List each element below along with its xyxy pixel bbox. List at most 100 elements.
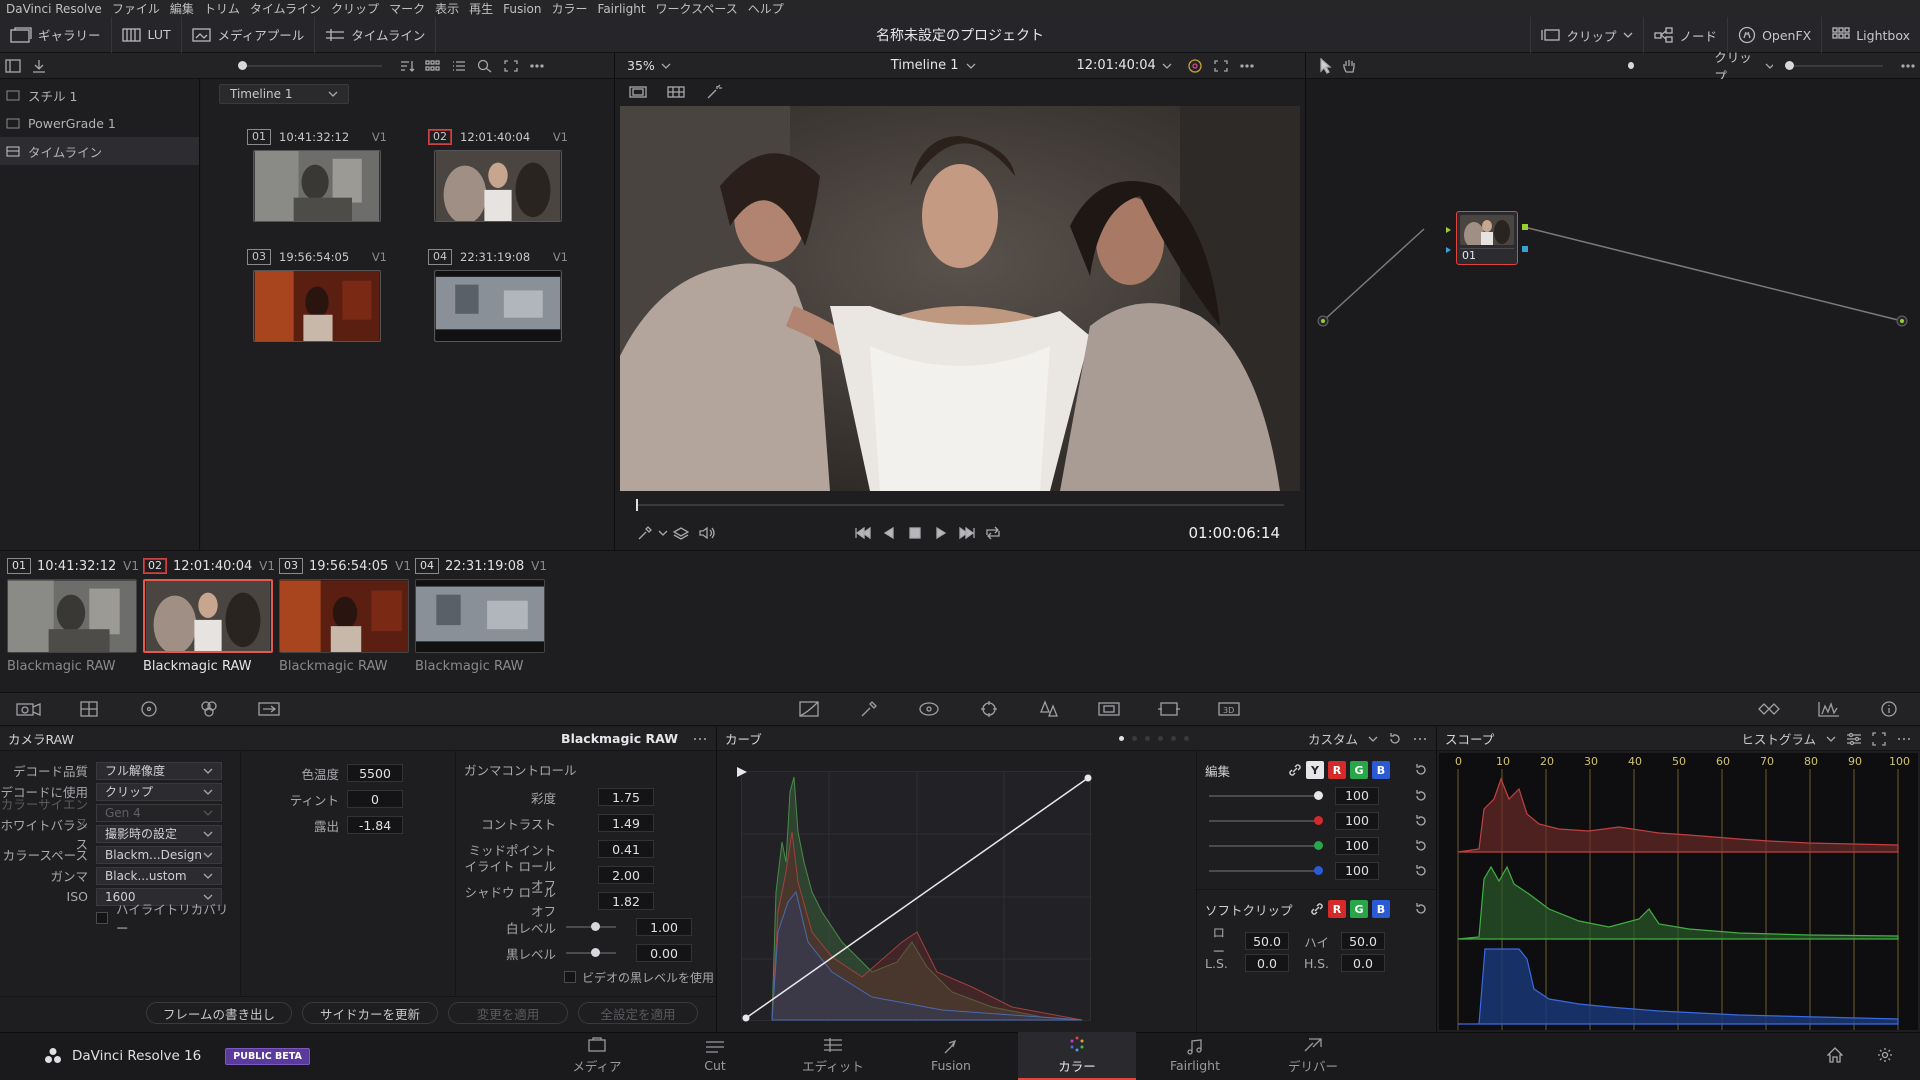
key-icon[interactable]: [1094, 700, 1124, 718]
playhead[interactable]: [636, 499, 638, 511]
page-tab-edit[interactable]: エディット: [774, 1032, 892, 1080]
menu-color[interactable]: カラー: [552, 0, 588, 17]
search-icon[interactable]: [472, 55, 498, 77]
link-icon[interactable]: [1288, 763, 1302, 777]
midpoint-field[interactable]: 0.41: [598, 840, 654, 858]
channel-g-button[interactable]: G: [1350, 761, 1368, 779]
tint-field[interactable]: 0: [347, 790, 403, 808]
white-balance-select[interactable]: 撮影時の設定: [96, 824, 222, 843]
album-still-1[interactable]: スチル 1: [0, 81, 199, 109]
rgb-mixer-icon[interactable]: [194, 700, 224, 718]
curves-palette-icon[interactable]: [794, 700, 824, 718]
strip-clip-04[interactable]: 04 22:31:19:08 V1 Blackmagic RAW: [415, 557, 547, 674]
update-sidecar-button[interactable]: サイドカーを更新: [302, 1002, 438, 1024]
home-icon[interactable]: [1822, 1044, 1848, 1066]
viewer-timeline-name[interactable]: Timeline 1: [891, 58, 959, 73]
album-powergrade-1[interactable]: PowerGrade 1: [0, 109, 199, 137]
hand-icon[interactable]: [1337, 55, 1360, 77]
chevron-down-icon[interactable]: [1162, 62, 1172, 70]
timeline-select[interactable]: Timeline 1: [219, 84, 349, 104]
loop-icon[interactable]: [980, 522, 1006, 544]
scopes-palette-icon[interactable]: [1814, 700, 1844, 718]
hs-field[interactable]: 0.0: [1341, 954, 1385, 972]
play-icon[interactable]: [928, 522, 954, 544]
chevron-down-icon[interactable]: [661, 62, 671, 70]
single-view-icon[interactable]: [625, 81, 651, 103]
g-intensity-slider[interactable]: [1209, 840, 1323, 850]
saturation-field[interactable]: 1.75: [598, 788, 654, 806]
sizing-icon[interactable]: [1154, 700, 1184, 718]
viewer-more-icon[interactable]: [1234, 55, 1260, 77]
menu-clip[interactable]: クリップ: [331, 0, 379, 17]
still-card-03[interactable]: 03 19:56:54:05 V1: [247, 247, 387, 342]
curve-mode-select[interactable]: カスタム: [1308, 729, 1358, 748]
page-tab-media[interactable]: メディア: [538, 1032, 656, 1080]
info-icon[interactable]: [1874, 700, 1904, 718]
reset-icon[interactable]: [1414, 839, 1428, 853]
blur-icon[interactable]: [1034, 700, 1064, 718]
lightbox-button[interactable]: Lightbox: [1822, 17, 1920, 53]
menu-workspace[interactable]: ワークスペース: [656, 0, 738, 17]
thumb-size-slider[interactable]: [238, 60, 382, 70]
pointer-icon[interactable]: [1314, 55, 1337, 77]
split-view-icon[interactable]: [663, 81, 689, 103]
low-field[interactable]: 50.0: [1245, 932, 1289, 950]
fullscreen-icon[interactable]: [1208, 55, 1234, 77]
slider-knob[interactable]: [591, 948, 600, 957]
highlight-recovery-checkbox[interactable]: [96, 911, 108, 924]
qualifier-icon[interactable]: [854, 700, 884, 718]
nodes-more-icon[interactable]: [1897, 55, 1920, 77]
exposure-field[interactable]: -1.84: [347, 816, 403, 834]
expand-icon[interactable]: [1872, 731, 1886, 746]
export-frame-button[interactable]: フレームの書き出し: [146, 1002, 292, 1024]
menu-help[interactable]: ヘルプ: [748, 0, 784, 17]
strip-clip-02[interactable]: 02 12:01:40:04 V1 Blackmagic RAW: [143, 557, 275, 674]
color-space-select[interactable]: Blackm...Design: [96, 845, 222, 864]
slider-knob[interactable]: [1785, 60, 1795, 70]
channel-r-button[interactable]: R: [1328, 761, 1346, 779]
shadow-rolloff-field[interactable]: 1.82: [598, 892, 654, 910]
panel-toggle-icon[interactable]: [0, 55, 26, 77]
b-intensity-field[interactable]: 100: [1335, 861, 1379, 880]
viewer-image[interactable]: [620, 106, 1300, 491]
g-intensity-field[interactable]: 100: [1335, 836, 1379, 855]
page-tab-cut[interactable]: Cut: [656, 1032, 774, 1080]
grab-still-icon[interactable]: [26, 55, 52, 77]
apply-all-button[interactable]: 全設定を適用: [578, 1002, 698, 1024]
softclip-r-button[interactable]: R: [1328, 900, 1346, 918]
reset-icon[interactable]: [1414, 789, 1428, 803]
page-tab-deliver[interactable]: デリバー: [1254, 1032, 1372, 1080]
viewer-scrubber[interactable]: [636, 499, 1284, 511]
motion-effects-icon[interactable]: [254, 700, 284, 718]
magic-wand-icon[interactable]: [701, 81, 727, 103]
chevron-down-icon[interactable]: [658, 529, 668, 537]
grid-view-icon[interactable]: [420, 55, 446, 77]
scope-more-icon[interactable]: [1896, 735, 1912, 743]
gamma-select[interactable]: Black...ustom: [96, 866, 222, 885]
black-level-field[interactable]: 0.00: [636, 944, 692, 962]
menu-fusion[interactable]: Fusion: [503, 2, 541, 16]
reset-icon[interactable]: [1414, 814, 1428, 828]
white-level-slider[interactable]: [566, 922, 616, 931]
menu-app[interactable]: DaVinci Resolve: [6, 2, 102, 16]
still-card-02[interactable]: 02 12:01:40:04 V1: [428, 127, 568, 224]
expand-icon[interactable]: [498, 55, 524, 77]
menu-edit[interactable]: 編集: [170, 0, 194, 17]
timeline-button[interactable]: タイムライン: [315, 16, 437, 53]
color-managed-icon[interactable]: [1182, 55, 1208, 77]
zoom-level[interactable]: 35%: [627, 58, 655, 73]
chevron-down-icon[interactable]: [1765, 62, 1774, 70]
strip-clip-03[interactable]: 03 19:56:54:05 V1 Blackmagic RAW: [279, 557, 411, 674]
slider-knob[interactable]: [591, 922, 600, 931]
menu-fairlight[interactable]: Fairlight: [598, 2, 646, 16]
skip-start-icon[interactable]: [850, 522, 876, 544]
chevron-down-icon[interactable]: [1826, 735, 1836, 743]
page-tab-fusion[interactable]: Fusion: [892, 1032, 1010, 1080]
menu-timeline[interactable]: タイムライン: [250, 0, 321, 17]
r-intensity-field[interactable]: 100: [1335, 811, 1379, 830]
b-intensity-slider[interactable]: [1209, 865, 1323, 875]
node-01[interactable]: 01: [1456, 211, 1518, 265]
y-intensity-slider[interactable]: [1209, 790, 1323, 800]
highlight-rolloff-field[interactable]: 2.00: [598, 866, 654, 884]
strip-clip-01[interactable]: 01 10:41:32:12 V1 Blackmagic RAW: [7, 557, 139, 674]
